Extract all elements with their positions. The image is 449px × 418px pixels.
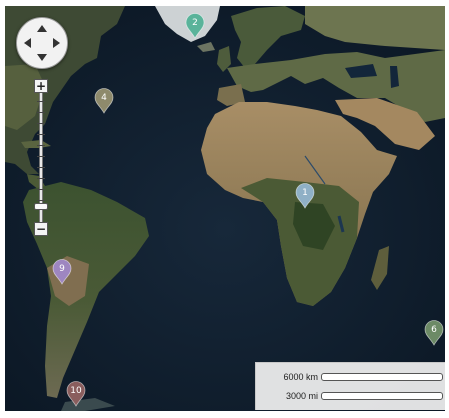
zoom-slider-thumb[interactable] — [34, 202, 48, 210]
zoom-tick — [37, 123, 45, 124]
pin-label: 4 — [101, 93, 107, 103]
zoom-tick — [37, 167, 45, 168]
zoom-tick — [37, 145, 45, 146]
pin-label: 9 — [59, 264, 65, 274]
scale-bar: 6000 km 3000 mi — [255, 362, 445, 410]
pan-down-arrow-icon[interactable] — [37, 54, 47, 61]
scale-metric-bar — [321, 373, 443, 381]
map-view[interactable]: + − 1 2 4 6 9 10 6000 km 3000 mi — [5, 6, 445, 411]
zoom-tick — [37, 101, 45, 102]
satellite-map-imagery — [5, 6, 445, 411]
zoom-tick — [37, 189, 45, 190]
scale-metric-label: 6000 km — [283, 372, 318, 382]
zoom-tick — [37, 156, 45, 157]
scale-imperial-bar — [321, 392, 443, 400]
scale-imperial-label: 3000 mi — [285, 391, 318, 401]
scale-metric: 6000 km — [256, 371, 445, 383]
pin-label: 1 — [302, 188, 308, 198]
zoom-tick — [37, 200, 45, 201]
pin-label: 6 — [431, 325, 437, 335]
map-pin-4[interactable]: 4 — [94, 88, 114, 114]
zoom-tick — [37, 134, 45, 135]
zoom-control: + − — [34, 79, 48, 236]
map-pin-6[interactable]: 6 — [424, 320, 444, 346]
map-pin-9[interactable]: 9 — [52, 259, 72, 285]
scale-imperial: 3000 mi — [256, 390, 445, 402]
pin-label: 2 — [192, 18, 198, 28]
pan-left-arrow-icon[interactable] — [24, 38, 31, 48]
zoom-in-button[interactable]: + — [34, 79, 48, 93]
map-pin-10[interactable]: 10 — [66, 381, 86, 407]
pan-right-arrow-icon[interactable] — [53, 38, 60, 48]
pan-up-arrow-icon[interactable] — [37, 25, 47, 32]
pin-label: 10 — [70, 386, 82, 396]
zoom-tick — [37, 112, 45, 113]
pan-control[interactable] — [16, 17, 68, 69]
zoom-tick — [37, 178, 45, 179]
map-pin-2[interactable]: 2 — [185, 13, 205, 39]
map-pin-1[interactable]: 1 — [295, 183, 315, 209]
zoom-out-button[interactable]: − — [34, 222, 48, 236]
